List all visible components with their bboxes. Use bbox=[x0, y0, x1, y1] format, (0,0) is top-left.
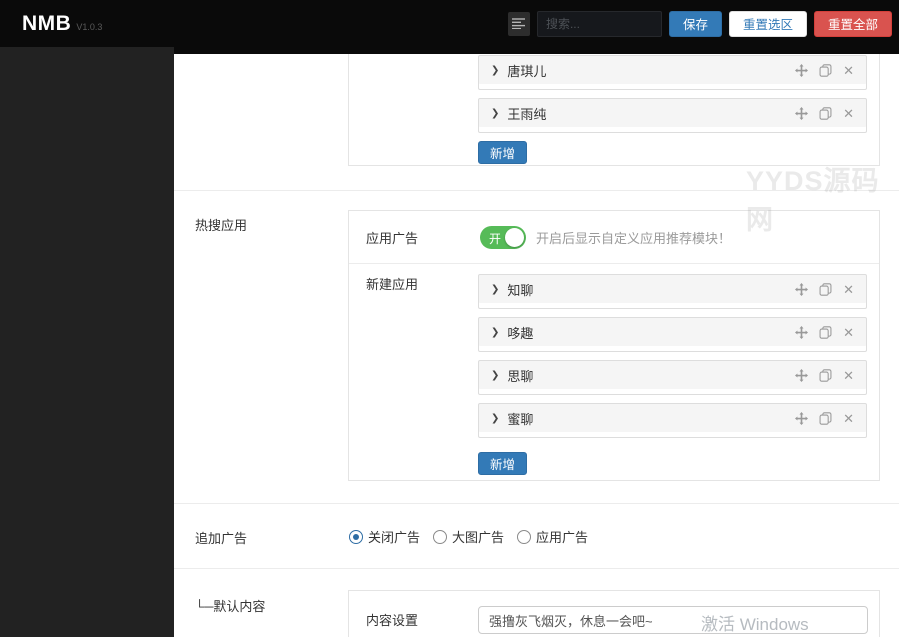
app-logo: NMB bbox=[22, 11, 72, 35]
chevron-right-icon: ❯ bbox=[491, 370, 500, 381]
menu-icon bbox=[512, 18, 526, 29]
copy-icon[interactable] bbox=[819, 64, 832, 77]
search-input[interactable] bbox=[536, 10, 662, 37]
header-shadow-strip bbox=[174, 47, 899, 54]
accordion-item-model[interactable]: ❯ 唐琪儿 ✕ bbox=[478, 55, 867, 90]
header-actions: 保存 重置选区 重置全部 bbox=[507, 10, 892, 37]
app-ad-label: 应用广告 bbox=[366, 230, 419, 246]
close-icon[interactable]: ✕ bbox=[843, 369, 854, 382]
append-ad-radio-group: 关闭广告 大图广告 应用广告 bbox=[349, 527, 588, 546]
accordion-item-app[interactable]: ❯ 哆趣 ✕ bbox=[478, 317, 867, 352]
radio-icon bbox=[433, 529, 448, 544]
menu-toggle-button[interactable] bbox=[507, 11, 530, 36]
app-ad-toggle[interactable]: 开 bbox=[480, 225, 526, 249]
radio-icon bbox=[517, 529, 532, 544]
accordion-item-app[interactable]: ❯ 蜜聊 ✕ bbox=[478, 403, 867, 438]
new-app-row: 新建应用 ❯ 知聊 ✕ ❯ 哆趣 ✕ ❯ 思聊 ✕ ❯ 蜜聊 ✕ 新增 bbox=[349, 264, 879, 481]
toggle-knob bbox=[505, 227, 524, 247]
close-icon[interactable]: ✕ bbox=[843, 283, 854, 296]
sidebar bbox=[0, 47, 174, 637]
accordion-item-label: 哆趣 bbox=[507, 326, 534, 341]
reset-selection-button[interactable]: 重置选区 bbox=[728, 10, 807, 37]
chevron-right-icon: ❯ bbox=[491, 413, 500, 424]
chevron-right-icon: ❯ bbox=[491, 284, 500, 295]
save-button[interactable]: 保存 bbox=[668, 10, 722, 37]
accordion-item-model[interactable]: ❯ 王雨纯 ✕ bbox=[478, 98, 867, 133]
copy-icon[interactable] bbox=[819, 326, 832, 339]
section-divider bbox=[174, 503, 899, 504]
reset-all-button[interactable]: 重置全部 bbox=[813, 10, 892, 37]
chevron-right-icon: ❯ bbox=[491, 108, 500, 119]
accordion-item-app[interactable]: ❯ 知聊 ✕ bbox=[478, 274, 867, 309]
copy-icon[interactable] bbox=[819, 412, 832, 425]
accordion-item-label: 王雨纯 bbox=[507, 107, 547, 122]
accordion-item-label: 知聊 bbox=[507, 283, 534, 298]
main-content: ❯ 唐琪儿 ✕ ❯ 王雨纯 ✕ 新增 热搜应用 应用广告 开 开启后显示自定义应… bbox=[174, 47, 899, 637]
section-divider bbox=[174, 190, 899, 191]
app-version: V1.0.3 bbox=[76, 22, 103, 32]
toggle-on-label: 开 bbox=[489, 231, 502, 246]
move-icon[interactable] bbox=[795, 412, 809, 425]
move-icon[interactable] bbox=[795, 283, 809, 296]
app-ad-hint: 开启后显示自定义应用推荐模块！ bbox=[536, 230, 732, 246]
add-model-button[interactable]: 新增 bbox=[478, 141, 528, 164]
radio-label: 大图广告 bbox=[452, 530, 505, 545]
content-setting-row: 内容设置 bbox=[349, 591, 879, 637]
radio-icon bbox=[349, 529, 363, 544]
close-icon[interactable]: ✕ bbox=[843, 326, 854, 339]
radio-label: 应用广告 bbox=[536, 530, 589, 545]
close-icon[interactable]: ✕ bbox=[843, 107, 854, 120]
accordion-item-label: 唐琪儿 bbox=[507, 64, 547, 79]
append-ad-radio[interactable]: 应用广告 bbox=[517, 527, 588, 546]
move-icon[interactable] bbox=[795, 369, 809, 382]
chevron-right-icon: ❯ bbox=[491, 65, 500, 76]
copy-icon[interactable] bbox=[819, 369, 832, 382]
default-content-panel: 内容设置 bbox=[348, 590, 880, 637]
hot-apps-panel: 应用广告 开 开启后显示自定义应用推荐模块！ 新建应用 ❯ 知聊 ✕ ❯ 哆趣 … bbox=[348, 210, 880, 481]
append-ad-radio[interactable]: 关闭广告 bbox=[349, 527, 420, 546]
move-icon[interactable] bbox=[795, 326, 809, 339]
app-ad-row: 应用广告 开 开启后显示自定义应用推荐模块！ bbox=[349, 211, 879, 264]
move-icon[interactable] bbox=[795, 64, 809, 77]
add-app-button[interactable]: 新增 bbox=[478, 452, 528, 475]
content-setting-input[interactable] bbox=[478, 606, 868, 634]
content-setting-label: 内容设置 bbox=[366, 613, 419, 628]
copy-icon[interactable] bbox=[819, 283, 832, 296]
radio-label: 关闭广告 bbox=[368, 530, 421, 545]
copy-icon[interactable] bbox=[819, 107, 832, 120]
new-app-label: 新建应用 bbox=[366, 277, 419, 292]
top-header: NMB V1.0.3 保存 重置选区 重置全部 bbox=[0, 0, 899, 47]
section-label-append-ad: 追加广告 bbox=[195, 531, 248, 546]
append-ad-radio[interactable]: 大图广告 bbox=[433, 527, 504, 546]
section-label-default-content: └─默认内容 bbox=[195, 599, 266, 614]
section-label-hot-apps: 热搜应用 bbox=[195, 218, 248, 233]
accordion-item-label: 蜜聊 bbox=[507, 412, 534, 427]
section-divider bbox=[174, 568, 899, 569]
accordion-item-label: 思聊 bbox=[507, 369, 534, 384]
model-list-panel: ❯ 唐琪儿 ✕ ❯ 王雨纯 ✕ 新增 bbox=[348, 54, 880, 166]
accordion-item-app[interactable]: ❯ 思聊 ✕ bbox=[478, 360, 867, 395]
close-icon[interactable]: ✕ bbox=[843, 412, 854, 425]
close-icon[interactable]: ✕ bbox=[843, 64, 854, 77]
move-icon[interactable] bbox=[795, 107, 809, 120]
chevron-right-icon: ❯ bbox=[491, 327, 500, 338]
